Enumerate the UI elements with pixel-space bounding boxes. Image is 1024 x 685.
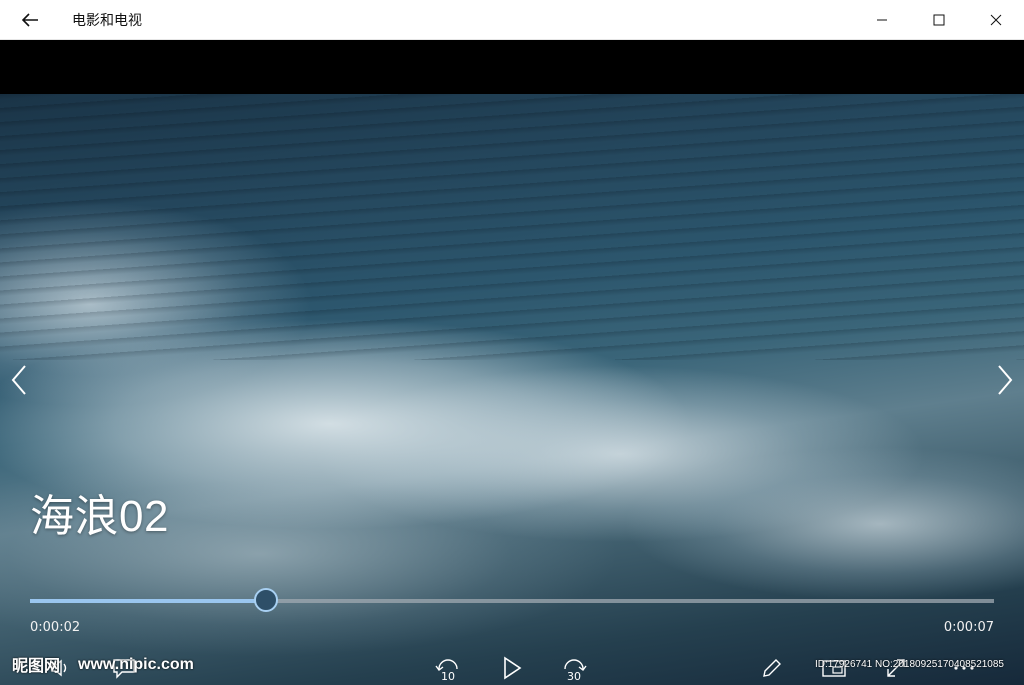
total-time: 0:00:07 [943,620,994,635]
current-time: 0:00:02 [30,620,81,635]
skip-forward-button[interactable]: 30 [554,650,594,685]
close-button[interactable] [967,0,1024,40]
video-title: 海浪02 [30,492,169,541]
seek-bar[interactable] [30,588,994,612]
chevron-right-icon [998,365,1013,395]
app-title: 电影和电视 [72,12,142,29]
seek-bar-progress [30,599,267,603]
watermark-id: ID:17926741 NO:20180925170408521085 [814,659,1004,670]
play-button[interactable] [494,650,530,685]
back-arrow-icon [21,12,38,27]
skip-back-button[interactable]: 10 [428,650,468,685]
seek-thumb[interactable] [254,588,279,612]
watermark-logo: 昵图网 [12,656,61,675]
video-frame[interactable] [0,94,1024,685]
skip-back-label: 10 [441,670,455,683]
chevron-left-icon [11,365,26,395]
previous-video-button[interactable] [4,360,34,400]
edit-button[interactable] [752,650,792,685]
skip-forward-label: 30 [567,670,581,683]
watermark-site: www.nipic.com [78,656,194,673]
minimize-button[interactable] [853,0,910,40]
title-bar: 电影和电视 [0,0,1024,40]
play-icon [504,656,522,679]
close-icon [990,14,1001,26]
next-video-button[interactable] [990,360,1020,400]
maximize-icon [933,14,944,26]
maximize-button[interactable] [910,0,967,40]
letterbox [0,40,1024,94]
pencil-icon [763,658,781,677]
minimize-icon [876,19,887,21]
back-button[interactable] [0,0,60,40]
window-controls [853,0,1024,40]
